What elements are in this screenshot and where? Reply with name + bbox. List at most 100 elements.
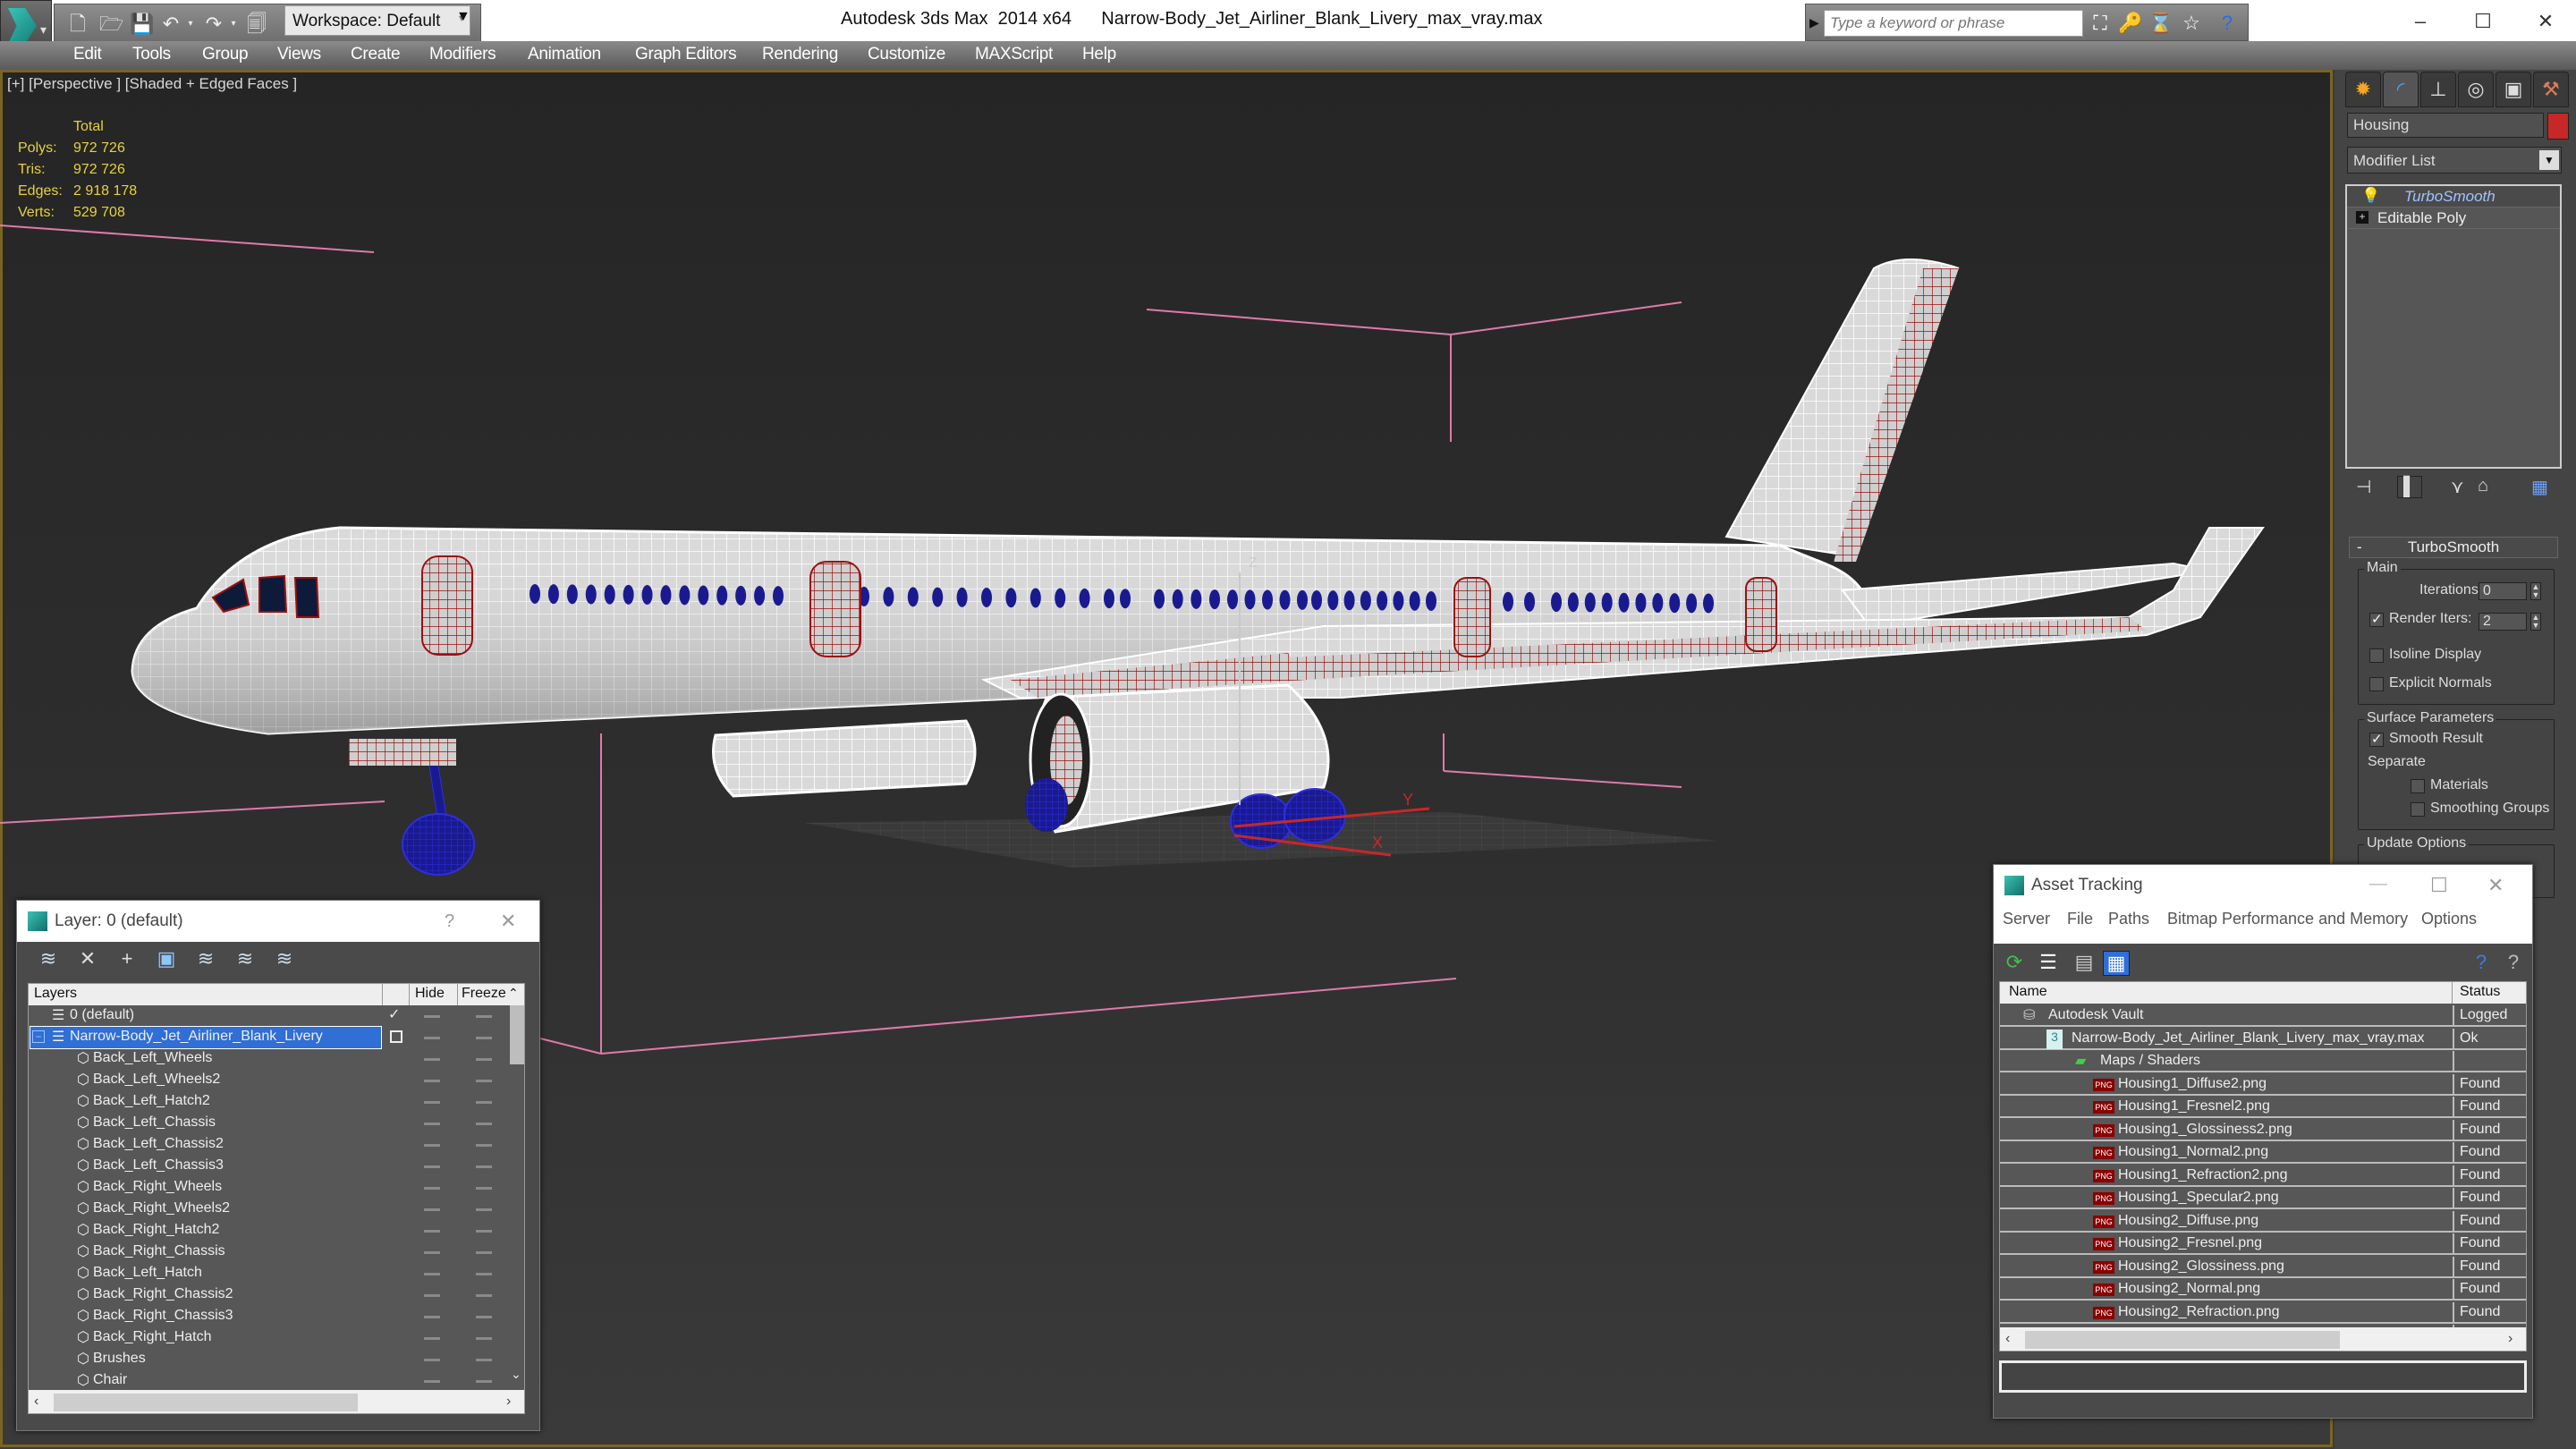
layer-window-titlebar[interactable]: Layer: 0 (default) ? ✕ <box>17 901 539 942</box>
hide-toggle[interactable] <box>424 1337 440 1340</box>
hide-toggle[interactable] <box>424 1080 440 1082</box>
asset-row[interactable]: ⛁ Autodesk Vault Logged <box>2000 1005 2526 1027</box>
select-objects-in-layer-icon[interactable]: ▣ <box>153 947 180 970</box>
object-color-swatch[interactable] <box>2547 113 2569 140</box>
render-iters-spinner-arrows[interactable]: ▲ ▼ <box>2530 613 2541 631</box>
freeze-toggle[interactable] <box>476 1080 492 1082</box>
delete-layer-icon[interactable]: ✕ <box>74 947 101 970</box>
asset-path-field[interactable] <box>1999 1360 2527 1393</box>
display-tab-icon[interactable]: ▣ <box>2496 72 2531 107</box>
freeze-toggle[interactable] <box>476 1015 492 1018</box>
hierarchy-tab-icon[interactable]: ⊥ <box>2420 72 2456 107</box>
hide-toggle[interactable] <box>424 1123 440 1125</box>
hide-toggle[interactable] <box>424 1208 440 1211</box>
menu-animation[interactable]: Animation <box>528 45 601 64</box>
scroll-down-icon[interactable]: ⌄ <box>511 1367 521 1382</box>
column-current[interactable] <box>383 984 410 1005</box>
scroll-right-icon[interactable]: › <box>2508 1331 2512 1347</box>
favorites-star-icon[interactable]: ☆ <box>2178 12 2205 35</box>
save-icon[interactable]: 💾 <box>130 13 154 35</box>
table-view-icon[interactable]: ▦ <box>2103 951 2130 976</box>
object-row[interactable]: ⬡ Back_Left_Hatch2 <box>29 1091 508 1113</box>
freeze-all-layers-icon[interactable]: ≋ <box>271 947 298 970</box>
smooth-result-checkbox[interactable] <box>2369 731 2384 747</box>
help-button[interactable]: ? <box>445 911 454 932</box>
hide-toggle[interactable] <box>424 1316 440 1318</box>
lightbulb-icon[interactable]: 💡 <box>2361 187 2380 205</box>
expand-arrow-icon[interactable]: ▶ <box>1809 15 1819 30</box>
freeze-toggle[interactable] <box>476 1208 492 1211</box>
scroll-right-icon[interactable]: › <box>506 1394 511 1410</box>
column-layers[interactable]: Layers <box>29 984 383 1005</box>
asset-row[interactable]: PNG Housing1_Diffuse2.png Found <box>2000 1073 2526 1096</box>
menu-group[interactable]: Group <box>202 45 249 64</box>
object-row[interactable]: ⬡ Back_Right_Wheels <box>29 1177 508 1199</box>
freeze-toggle[interactable] <box>476 1165 492 1168</box>
details-view-icon[interactable]: ▤ <box>2071 951 2097 974</box>
object-row[interactable]: ⬡ Back_Left_Chassis3 <box>29 1156 508 1177</box>
freeze-toggle[interactable] <box>476 1187 492 1190</box>
redo-icon[interactable]: ↷ <box>203 13 225 35</box>
vault-help-icon[interactable]: ? <box>2468 951 2495 974</box>
hide-toggle[interactable] <box>424 1187 440 1190</box>
redo-dropdown-icon[interactable]: ▾ <box>223 13 244 35</box>
hide-toggle[interactable] <box>424 1165 440 1168</box>
iterations-spinner-arrows[interactable]: ▲ ▼ <box>2530 582 2541 600</box>
smoothing-groups-checkbox[interactable] <box>2411 802 2425 817</box>
freeze-toggle[interactable] <box>476 1380 492 1383</box>
menu-tools[interactable]: Tools <box>132 45 171 64</box>
help-icon[interactable]: ? <box>2500 951 2527 974</box>
list-view-icon[interactable]: ☰ <box>2035 951 2062 974</box>
add-to-layer-icon[interactable]: + <box>114 947 140 970</box>
horizontal-scrollbar[interactable]: ‹ › <box>2000 1327 2526 1351</box>
pin-stack-icon[interactable]: ⊣ <box>2356 476 2371 498</box>
object-row[interactable]: ⬡ Back_Left_Chassis <box>29 1113 508 1134</box>
object-row[interactable]: ⬡ Back_Right_Chassis <box>29 1241 508 1263</box>
materials-checkbox[interactable] <box>2411 779 2425 793</box>
help-icon[interactable]: ? <box>2214 12 2241 35</box>
turbosmooth-rollout-header[interactable]: - TurboSmooth <box>2349 537 2558 558</box>
configure-modifier-sets-icon[interactable]: ▦ <box>2531 476 2548 498</box>
motion-tab-icon[interactable]: ◎ <box>2458 72 2494 107</box>
layer-row[interactable]: ☰ 0 (default) ✓ <box>29 1005 508 1027</box>
asset-row[interactable]: PNG Housing2_Refraction.png Found <box>2000 1301 2526 1324</box>
freeze-toggle[interactable] <box>476 1316 492 1318</box>
create-tab-icon[interactable]: ✹ <box>2345 72 2381 107</box>
close-button[interactable]: ✕ <box>2487 874 2504 897</box>
freeze-toggle[interactable] <box>476 1359 492 1361</box>
menu-help[interactable]: Help <box>1082 45 1116 64</box>
asset-row[interactable]: PNG Housing2_Fresnel.png Found <box>2000 1233 2526 1255</box>
modify-tab-icon[interactable]: ◜ <box>2383 72 2419 107</box>
menu-options[interactable]: Options <box>2421 910 2477 928</box>
isoline-display-checkbox[interactable] <box>2369 648 2384 663</box>
binoculars-search-icon[interactable]: ⛶ <box>2087 12 2114 35</box>
hide-toggle[interactable] <box>424 1015 440 1018</box>
hide-toggle[interactable] <box>424 1359 440 1361</box>
menu-rendering[interactable]: Rendering <box>762 45 838 64</box>
scrollbar-thumb[interactable] <box>54 1394 358 1411</box>
communication-center-icon[interactable]: ⌛ <box>2148 12 2174 35</box>
modifier-list-dropdown[interactable]: Modifier List ▼ <box>2347 147 2562 174</box>
object-row[interactable]: ⬡ Back_Left_Wheels2 <box>29 1070 508 1091</box>
object-row[interactable]: ⬡ Back_Left_Hatch <box>29 1263 508 1284</box>
menu-graph-editors[interactable]: Graph Editors <box>635 45 737 64</box>
object-row[interactable]: ⬡ Back_Right_Hatch <box>29 1327 508 1349</box>
asset-row[interactable]: 3 Narrow-Body_Jet_Airliner_Blank_Livery_… <box>2000 1028 2526 1050</box>
freeze-toggle[interactable] <box>476 1230 492 1233</box>
freeze-toggle[interactable] <box>476 1101 492 1104</box>
maximize-button[interactable]: ☐ <box>2456 4 2510 39</box>
hide-toggle[interactable] <box>424 1037 440 1039</box>
freeze-toggle[interactable] <box>476 1251 492 1254</box>
asset-row[interactable]: PNG Housing1_Specular2.png Found <box>2000 1188 2526 1209</box>
render-iters-spinner[interactable]: 2 <box>2479 613 2527 631</box>
asset-row[interactable]: PNG Housing1_Glossiness2.png Found <box>2000 1119 2526 1141</box>
object-row[interactable]: ⬡ Chair <box>29 1370 508 1392</box>
asset-row[interactable]: PNG Housing2_Diffuse.png Found <box>2000 1210 2526 1233</box>
freeze-toggle[interactable] <box>476 1294 492 1297</box>
subscription-key-icon[interactable]: 🔑 <box>2117 12 2144 35</box>
hide-toggle[interactable] <box>424 1294 440 1297</box>
undo-dropdown-icon[interactable]: ▾ <box>180 13 201 35</box>
menu-paths[interactable]: Paths <box>2108 910 2149 928</box>
column-name[interactable]: Name <box>2000 982 2453 1004</box>
hide-toggle[interactable] <box>424 1101 440 1104</box>
